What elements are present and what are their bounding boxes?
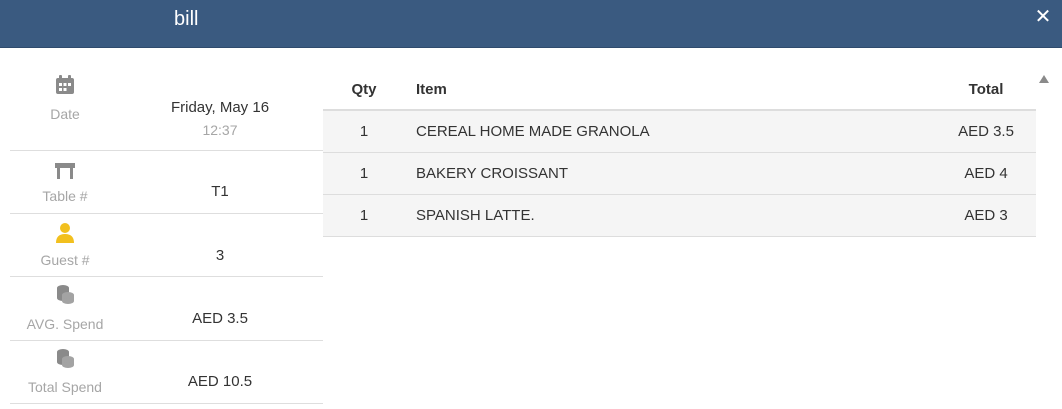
row-qty: 1 — [323, 109, 405, 153]
modal-title: bill — [174, 8, 199, 30]
row-total: AED 3.5 — [936, 109, 1036, 153]
coins-icon — [57, 349, 74, 368]
row-item: BAKERY CROISSANT — [405, 151, 936, 195]
close-icon[interactable]: ✕ — [1034, 7, 1052, 27]
info-row-avg-spend: AVG. Spend AED 3.5 — [10, 277, 323, 341]
info-row-date: Date Friday, May 16 12:37 — [10, 62, 323, 151]
bill-info-panel: Date Friday, May 16 12:37 Table # T1 Gue… — [10, 62, 323, 404]
bill-items-table: Qty Item Total 1 CEREAL HOME MADE GRANOL… — [323, 70, 1036, 237]
info-row-guest: Guest # 3 — [10, 214, 323, 277]
table-row[interactable]: 1 SPANISH LATTE. AED 3 — [323, 193, 1036, 237]
scroll-up-arrow-icon[interactable] — [1038, 74, 1050, 84]
info-row-total-spend: Total Spend AED 10.5 — [10, 341, 323, 404]
row-qty: 1 — [323, 151, 405, 195]
date-label: Date — [50, 106, 80, 122]
item-header: Item — [405, 70, 936, 111]
row-total: AED 4 — [936, 151, 1036, 195]
row-qty: 1 — [323, 193, 405, 237]
date-value: Friday, May 16 — [170, 99, 270, 116]
table-header-row: Qty Item Total — [323, 70, 1036, 111]
total-spend-value: AED 10.5 — [187, 373, 253, 390]
table-row[interactable]: 1 BAKERY CROISSANT AED 4 — [323, 151, 1036, 195]
table-label: Table # — [42, 188, 88, 204]
avg-spend-value: AED 3.5 — [192, 310, 248, 327]
person-icon — [56, 223, 74, 243]
calendar-icon — [56, 75, 74, 94]
table-value: T1 — [211, 183, 229, 200]
row-total: AED 3 — [936, 193, 1036, 237]
info-row-table: Table # T1 — [10, 151, 323, 214]
row-item: CEREAL HOME MADE GRANOLA — [405, 109, 936, 153]
coins-icon — [57, 285, 74, 304]
avg-spend-label: AVG. Spend — [26, 316, 104, 332]
qty-header: Qty — [323, 70, 405, 111]
time-value: 12:37 — [202, 122, 238, 138]
modal-header: bill ✕ — [0, 0, 1062, 48]
table-row[interactable]: 1 CEREAL HOME MADE GRANOLA AED 3.5 — [323, 109, 1036, 153]
table-icon — [55, 163, 75, 179]
guest-value: 3 — [215, 247, 225, 264]
total-spend-label: Total Spend — [28, 379, 102, 395]
guest-label: Guest # — [40, 252, 90, 268]
row-item: SPANISH LATTE. — [405, 193, 936, 237]
total-header: Total — [936, 70, 1036, 111]
